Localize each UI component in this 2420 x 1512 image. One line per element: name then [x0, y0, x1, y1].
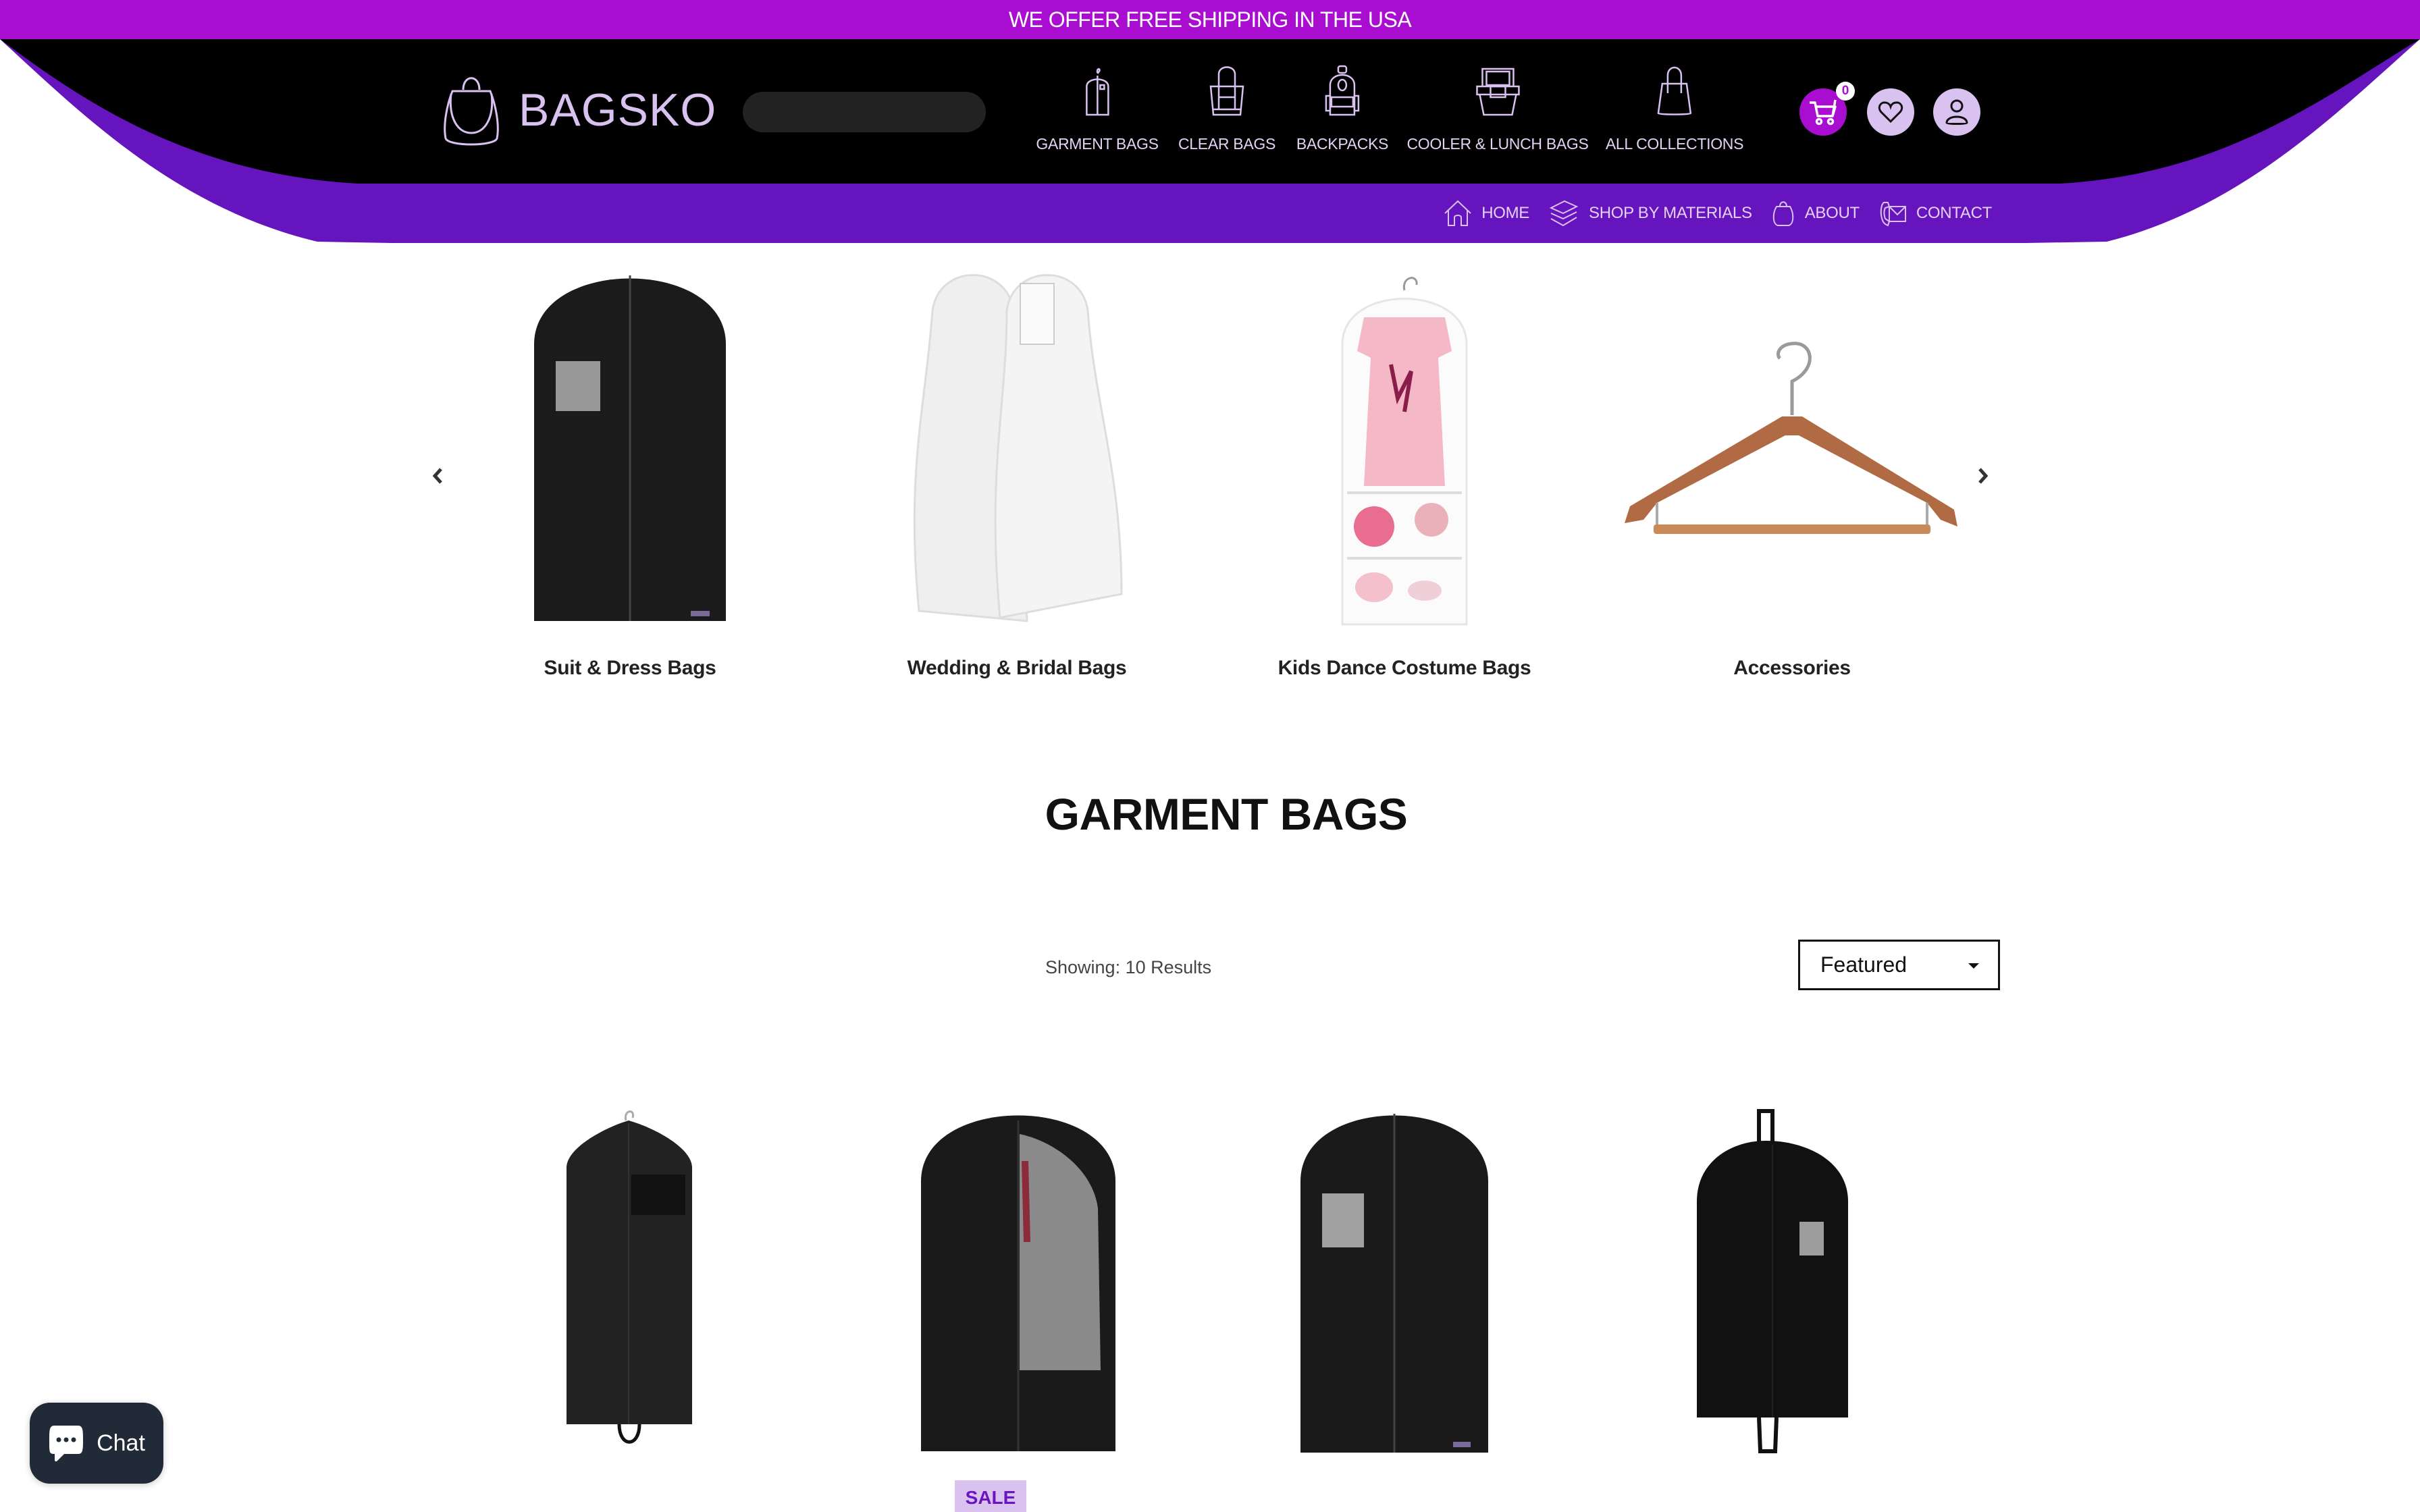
category-label: Kids Dance Costume Bags — [1278, 657, 1531, 679]
cart-button[interactable]: 0 — [1799, 82, 1855, 136]
wishlist-button[interactable] — [1867, 88, 1914, 136]
announcement-bar: WE OFFER FREE SHIPPING IN THE USA — [0, 0, 2420, 39]
category-image-hanger — [1603, 267, 1981, 631]
bag-icon — [1772, 201, 1793, 226]
product-card[interactable] — [1631, 1107, 1914, 1458]
search-box[interactable] — [743, 92, 989, 132]
user-icon — [1945, 99, 1968, 125]
results-count: Showing: 10 Results — [1045, 957, 1212, 977]
category-label: Suit & Dress Bags — [544, 657, 716, 679]
product-grid — [0, 1107, 2420, 1512]
sort-selected-value: Featured — [1820, 952, 1908, 977]
chat-bubble-icon — [49, 1426, 84, 1462]
product-card[interactable] — [491, 1107, 774, 1458]
category-card[interactable]: Suit & Dress Bags — [441, 267, 819, 680]
nav-label: COOLER & LUNCH BAGS — [1406, 135, 1589, 153]
category-card[interactable]: Kids Dance Costume Bags — [1215, 267, 1594, 680]
bag-outline-icon — [444, 77, 499, 146]
category-image-wedding-bag — [828, 267, 1206, 631]
home-icon — [1444, 200, 1471, 226]
cooler-icon — [1475, 68, 1520, 116]
category-card[interactable]: Wedding & Bridal Bags — [828, 267, 1206, 680]
secondary-nav: HOME SHOP BY MATERIALS ABOUT CONTACT — [1425, 200, 1992, 227]
nav-label: ALL COLLECTIONS — [1605, 135, 1744, 153]
sub-nav-label: ABOUT — [1804, 204, 1860, 222]
backpack-icon — [1325, 65, 1360, 116]
carousel-next-button[interactable] — [1973, 466, 1993, 486]
nav-clear-bags[interactable]: CLEAR BAGS — [1178, 65, 1275, 153]
cart-count-badge: 0 — [1836, 82, 1855, 101]
product-image — [1300, 1114, 1488, 1453]
product-card[interactable] — [1253, 1107, 1536, 1458]
category-label: Wedding & Bridal Bags — [907, 657, 1127, 679]
sub-nav-home[interactable]: HOME — [1444, 200, 1529, 227]
product-card[interactable] — [876, 1107, 1160, 1458]
search-input[interactable] — [763, 101, 989, 123]
chat-button[interactable]: Chat — [30, 1403, 163, 1484]
shopping-bag-icon — [1657, 66, 1692, 115]
category-card[interactable]: Accessories — [1603, 267, 1981, 680]
brand-name: BAGSKO — [519, 84, 717, 136]
nav-garment-bags[interactable]: GARMENT BAGS — [1036, 65, 1159, 153]
layers-icon — [1549, 200, 1579, 227]
account-button[interactable] — [1933, 88, 1980, 136]
sub-nav-shop-by-materials[interactable]: SHOP BY MATERIALS — [1548, 200, 1752, 227]
product-image — [921, 1115, 1115, 1451]
chevron-down-icon — [1968, 963, 1979, 969]
nav-label: GARMENT BAGS — [1036, 135, 1159, 153]
category-carousel: Suit & Dress Bags Wedding & Bridal Bags — [0, 267, 2420, 692]
chevron-left-icon — [432, 468, 442, 484]
nav-label: CLEAR BAGS — [1178, 135, 1275, 153]
heart-icon — [1878, 101, 1903, 124]
category-image-suit-bag — [441, 267, 819, 631]
carousel-prev-button[interactable] — [427, 466, 448, 486]
sub-nav-about[interactable]: ABOUT — [1771, 200, 1860, 227]
product-image — [1697, 1109, 1848, 1453]
chat-label: Chat — [97, 1430, 145, 1456]
nav-backpacks[interactable]: BACKPACKS — [1296, 65, 1388, 153]
garment-bag-icon — [1085, 68, 1109, 116]
tote-bag-icon — [1209, 66, 1244, 116]
nav-all-collections[interactable]: ALL COLLECTIONS — [1606, 65, 1743, 153]
sub-nav-label: SHOP BY MATERIALS — [1589, 204, 1752, 222]
category-label: Accessories — [1733, 657, 1851, 679]
announcement-text: WE OFFER FREE SHIPPING IN THE USA — [1008, 7, 1412, 32]
sale-badge: SALE — [955, 1480, 1026, 1512]
chevron-right-icon — [1978, 468, 1989, 484]
nav-cooler-lunch-bags[interactable]: COOLER & LUNCH BAGS — [1406, 65, 1589, 153]
sub-nav-label: HOME — [1481, 204, 1530, 222]
sub-nav-label: CONTACT — [1916, 204, 1992, 222]
cart-icon — [1810, 99, 1837, 126]
phone-mail-icon — [1880, 202, 1906, 227]
sort-select[interactable]: Featured — [1798, 940, 2000, 990]
category-image-kids-dance-bag — [1215, 267, 1594, 631]
nav-label: BACKPACKS — [1296, 135, 1389, 153]
brand-logo[interactable]: BAGSKO — [438, 71, 716, 148]
sub-nav-contact[interactable]: CONTACT — [1878, 200, 1992, 227]
collection-title: GARMENT BAGS — [1045, 789, 1408, 839]
product-image — [567, 1110, 692, 1444]
